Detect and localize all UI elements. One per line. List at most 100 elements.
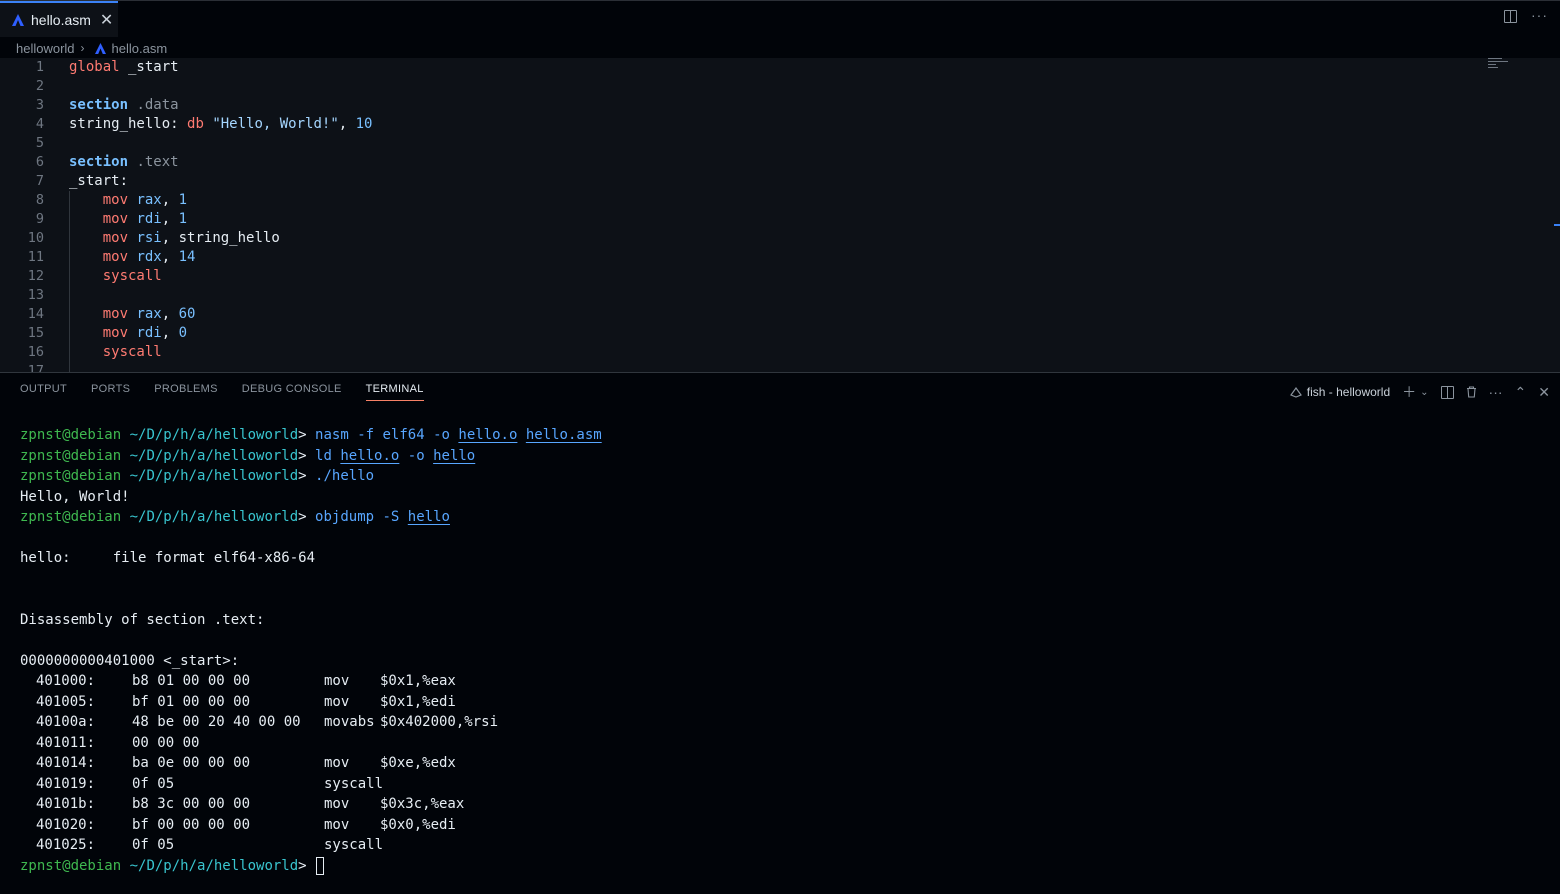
tab-debug-console[interactable]: DEBUG CONSOLE xyxy=(242,383,342,401)
line-number: 7 xyxy=(35,173,44,189)
disassembly-row: 401020: bf 00 00 00 00 mov $0x0,%edi xyxy=(20,815,1540,836)
disasm-mnemonic: mov xyxy=(324,673,350,689)
code-editor[interactable]: 1 global _start 2 3 section .data 4 string_… xyxy=(0,58,1560,372)
program-output: Hello, World! xyxy=(20,488,130,505)
bottom-panel: OUTPUT PORTS PROBLEMS DEBUG CONSOLE TERM… xyxy=(0,372,1560,894)
chevron-up-icon[interactable]: ⌃ xyxy=(1515,384,1527,401)
terminal-prompt-line: zpnst@debian ~/D/p/h/a/helloworld> xyxy=(20,856,1540,877)
disasm-operands: $0x0,%edi xyxy=(380,816,456,833)
disasm-addr: 40100a: xyxy=(36,714,96,730)
line-number: 1 xyxy=(35,59,44,75)
disasm-addr: 401011: xyxy=(36,734,96,751)
terminal-selector[interactable]: fish - helloworld xyxy=(1289,385,1391,399)
panel-actions: fish - helloworld ＋ ⌄ ··· ⌃ ✕ xyxy=(1289,382,1550,402)
line-number: 16 xyxy=(27,344,44,360)
disassembly-row: 401005: bf 01 00 00 00 mov $0x1,%edi xyxy=(20,692,1540,713)
disasm-addr: 401020: xyxy=(36,816,96,833)
code-line: 13 xyxy=(0,286,1500,305)
line-number: 17 xyxy=(27,363,44,372)
breadcrumb-file[interactable]: hello.asm xyxy=(112,41,168,56)
code-line: 6 section .text xyxy=(0,153,1500,172)
disasm-addr: 40101b: xyxy=(36,796,96,812)
code-line: 10 mov rsi, string_hello xyxy=(0,229,1500,248)
terminal-prompt-line: zpnst@debian ~/D/p/h/a/helloworld> ld he… xyxy=(20,447,476,464)
disassembly-row: 401019: 0f 05 syscall xyxy=(20,774,1540,795)
editor-tab-bar: hello.asm ✕ ··· xyxy=(0,0,1560,37)
close-icon[interactable]: ✕ xyxy=(100,10,113,30)
code-line: 12 syscall xyxy=(0,267,1500,286)
tab-output[interactable]: OUTPUT xyxy=(20,383,67,401)
disassembly-block: 401000: b8 01 00 00 00 mov $0x1,%eax 401005:… xyxy=(20,671,1540,856)
plus-icon[interactable]: ＋ xyxy=(1402,382,1416,402)
split-editor-icon[interactable] xyxy=(1504,10,1517,23)
terminal-icon xyxy=(1289,386,1302,398)
line-number: 5 xyxy=(35,135,44,151)
more-actions-icon[interactable]: ··· xyxy=(1531,8,1548,23)
disassembly-row: 401011: 00 00 00 xyxy=(20,733,1540,754)
disasm-mnemonic: mov xyxy=(324,693,350,710)
chevron-right-icon: › xyxy=(80,41,85,55)
tab-terminal[interactable]: TERMINAL xyxy=(365,383,424,401)
editor-actions: ··· xyxy=(1504,8,1548,23)
disassembly-row: 401000: b8 01 00 00 00 mov $0x1,%eax xyxy=(20,671,1540,692)
disasm-addr: 401000: xyxy=(36,673,96,689)
disasm-bytes: bf 00 00 00 00 xyxy=(132,816,251,833)
disasm-addr: 401014: xyxy=(36,755,96,771)
terminal-prompt-line: zpnst@debian ~/D/p/h/a/helloworld> ./hel… xyxy=(20,468,375,484)
line-number: 2 xyxy=(35,78,44,94)
command: ld hello.o -o hello xyxy=(315,447,476,464)
command: objdump -S hello xyxy=(315,509,450,525)
tab-ports[interactable]: PORTS xyxy=(91,383,130,401)
code-line: 14 mov rax, 60 xyxy=(0,305,1500,324)
terminal-output[interactable]: zpnst@debian ~/D/p/h/a/helloworld> nasm … xyxy=(20,425,1540,876)
code-line: 2 xyxy=(0,77,1500,96)
trash-icon[interactable] xyxy=(1466,386,1477,398)
code-line: 11 mov rdx, 14 xyxy=(0,248,1500,267)
line-number: 9 xyxy=(35,211,44,227)
disasm-mnemonic: mov xyxy=(324,796,350,812)
line-number: 15 xyxy=(27,325,44,341)
code-line: 1 global _start xyxy=(0,58,1500,77)
code-line: 7 _start: xyxy=(0,172,1500,191)
disassembly-row: 401025: 0f 05 syscall xyxy=(20,835,1540,856)
terminal-prompt-line: zpnst@debian ~/D/p/h/a/helloworld> nasm … xyxy=(20,427,602,443)
line-number: 6 xyxy=(35,154,44,170)
tab-problems[interactable]: PROBLEMS xyxy=(154,383,218,401)
line-number: 11 xyxy=(27,249,44,265)
objdump-header: hello: file format elf64-x86-64 xyxy=(20,550,316,566)
tab-hello-asm[interactable]: hello.asm ✕ xyxy=(0,1,118,37)
disasm-bytes: 0f 05 xyxy=(132,775,175,792)
disasm-bytes: ba 0e 00 00 00 xyxy=(132,755,251,771)
disassembly-row: 401014: ba 0e 00 00 00 mov $0xe,%edx xyxy=(20,753,1540,774)
line-number: 13 xyxy=(27,287,44,303)
disasm-bytes: 00 00 00 xyxy=(132,734,200,751)
disasm-mnemonic: syscall xyxy=(324,837,384,853)
disasm-bytes: b8 3c 00 00 00 xyxy=(132,796,251,812)
disasm-addr: 401019: xyxy=(36,775,96,792)
close-panel-icon[interactable]: ✕ xyxy=(1538,384,1550,401)
terminal-name: fish - helloworld xyxy=(1306,385,1391,399)
more-actions-icon[interactable]: ··· xyxy=(1489,384,1503,400)
disassembly-title: Disassembly of section .text: xyxy=(20,611,265,628)
split-terminal-icon[interactable] xyxy=(1440,385,1454,399)
command: ./hello xyxy=(315,468,375,484)
code-line: 17 xyxy=(0,362,1500,372)
disasm-addr: 401005: xyxy=(36,693,96,710)
asm-file-icon xyxy=(94,42,106,54)
line-number: 4 xyxy=(35,116,44,132)
disassembly-row: 40101b: b8 3c 00 00 00 mov $0x3c,%eax xyxy=(20,794,1540,815)
breadcrumb-folder[interactable]: helloworld xyxy=(16,41,75,56)
code-line: 5 xyxy=(0,134,1500,153)
code-line: 9 mov rdi, 1 xyxy=(0,210,1500,229)
panel-tabs: OUTPUT PORTS PROBLEMS DEBUG CONSOLE TERM… xyxy=(20,383,424,401)
disasm-operands: $0xe,%edx xyxy=(380,755,456,771)
terminal-cursor xyxy=(316,856,325,875)
symbol-line: 0000000000401000 <_start>: xyxy=(20,652,240,669)
disasm-operands: $0x3c,%eax xyxy=(380,796,465,812)
line-number: 14 xyxy=(27,306,44,322)
disasm-addr: 401025: xyxy=(36,837,96,853)
disassembly-row: 40100a: 48 be 00 20 40 00 00 movabs $0x4020… xyxy=(20,712,1540,733)
disasm-bytes: b8 01 00 00 00 xyxy=(132,673,251,689)
disasm-mnemonic: mov xyxy=(324,755,350,771)
chevron-down-icon[interactable]: ⌄ xyxy=(1420,387,1428,398)
